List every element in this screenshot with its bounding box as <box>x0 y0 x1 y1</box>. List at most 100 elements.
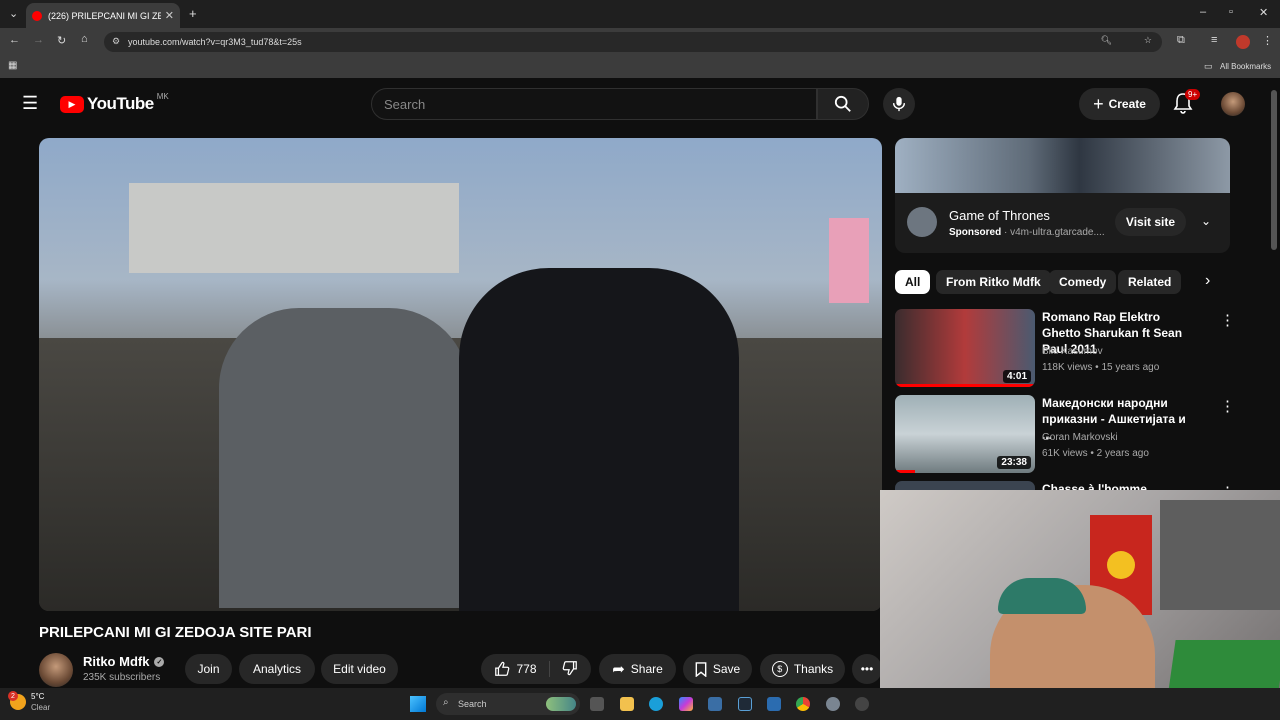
ad-banner-image <box>895 138 1230 193</box>
app-icon-dark[interactable] <box>738 697 752 711</box>
region-code: MK <box>156 91 169 101</box>
analytics-button[interactable]: Analytics <box>239 654 315 684</box>
profile-avatar[interactable] <box>1236 35 1250 49</box>
save-button[interactable]: Save <box>683 654 752 684</box>
home-icon[interactable]: ⌂ <box>81 33 88 45</box>
share-button[interactable]: ➦ Share <box>599 654 676 684</box>
tab-title: (226) PRILEPCANI MI GI ZE… <box>48 10 161 21</box>
task-view-icon[interactable] <box>590 697 604 711</box>
recommendation-menu-icon[interactable]: ⋮ <box>1220 311 1235 329</box>
flag-sun <box>1107 551 1135 579</box>
file-explorer-icon[interactable] <box>620 697 634 711</box>
taskbar-search-icon: ⌕ <box>443 697 449 708</box>
like-button[interactable]: 778 <box>494 661 550 677</box>
browser-menu-icon[interactable]: ⋮ <box>1262 34 1273 47</box>
chip-related[interactable]: Related <box>1118 270 1182 294</box>
ad-sponsored-label: Sponsored <box>949 227 1002 238</box>
recommendation-item[interactable]: 23:38 Македонски народни приказни - Ашке… <box>895 395 1235 475</box>
recommendation-thumbnail: 4:01 <box>895 309 1035 387</box>
recommendation-item[interactable]: 4:01 Romano Rap Elektro Ghetto Sharukan … <box>895 309 1235 389</box>
recommendation-channel: Biki Kasumov <box>1042 346 1103 357</box>
analytics-label: Analytics <box>252 662 302 676</box>
youtube-favicon-icon <box>32 10 42 21</box>
search-input[interactable]: Search <box>371 88 817 120</box>
join-button[interactable]: Join <box>185 654 232 684</box>
maximize-icon[interactable]: ▫ <box>1229 6 1233 18</box>
sponsored-ad[interactable]: Game of Thrones Sponsored · v4m-ultra.gt… <box>895 138 1230 253</box>
forward-icon[interactable]: → <box>33 34 44 46</box>
chip-comedy[interactable]: Comedy <box>1049 270 1117 294</box>
page-scrollbar[interactable] <box>1271 90 1277 250</box>
chip-all[interactable]: All <box>895 270 931 294</box>
thanks-icon: $ <box>771 661 788 677</box>
like-count: 778 <box>516 662 537 676</box>
active-tab[interactable]: (226) PRILEPCANI MI GI ZE… ✕ <box>26 3 180 28</box>
windows-start-icon[interactable] <box>410 696 426 712</box>
close-tab-icon[interactable]: ✕ <box>165 9 174 22</box>
weather-temp: 5°C <box>31 692 45 701</box>
visit-site-label: Visit site <box>1125 215 1176 229</box>
video-person-vest <box>219 308 469 608</box>
copilot-icon[interactable] <box>679 697 693 711</box>
weather-badge: 2 <box>8 691 18 701</box>
channel-name-link[interactable]: Ritko Mdfk ✓ <box>83 654 165 669</box>
thumbs-up-icon <box>495 661 510 676</box>
tab-search-chevron-icon[interactable]: ⌄ <box>9 7 18 20</box>
visit-site-button[interactable]: Visit site <box>1115 208 1186 236</box>
watch-progress-bar <box>895 384 1035 387</box>
close-window-icon[interactable]: ✕ <box>1259 6 1268 19</box>
youtube-logo[interactable]: ▶ YouTube MK <box>60 91 169 114</box>
more-actions-button[interactable]: ••• <box>852 654 882 684</box>
new-tab-icon[interactable]: + <box>189 6 197 21</box>
tab-bar: ⌄ (226) PRILEPCANI MI GI ZE… ✕ + – ▫ ✕ <box>0 0 1280 28</box>
chip-from-channel[interactable]: From Ritko Mdfk <box>936 270 1051 294</box>
edge-icon[interactable] <box>649 697 663 711</box>
site-info-icon[interactable]: ⚙ <box>112 36 120 47</box>
address-bar[interactable]: ⚙ youtube.com/watch?v=qr3M3_tud78&t=25s … <box>104 32 1162 52</box>
mail-icon[interactable] <box>767 697 781 711</box>
recommendation-menu-icon[interactable]: ⋮ <box>1220 397 1235 415</box>
weather-widget[interactable]: 2 5°C Clear <box>8 691 50 713</box>
settings-gear-icon[interactable] <box>826 697 840 711</box>
obs-icon[interactable] <box>855 697 869 711</box>
reload-icon[interactable]: ↻ <box>57 34 66 47</box>
back-icon[interactable]: ← <box>9 34 20 46</box>
apps-grid-icon[interactable]: ▦ <box>8 60 17 71</box>
notifications-button[interactable]: 9+ <box>1173 89 1201 119</box>
all-bookmarks-link[interactable]: All Bookmarks <box>1220 62 1271 71</box>
video-player[interactable] <box>39 138 882 611</box>
bookmarks-bar: ▦ ▭ All Bookmarks <box>0 56 1280 78</box>
zoom-icon[interactable]: 🔍︎ <box>1101 35 1112 46</box>
chips-next-chevron-icon[interactable]: › <box>1205 272 1210 290</box>
edit-video-button[interactable]: Edit video <box>321 654 398 684</box>
url-text: youtube.com/watch?v=qr3M3_tud78&t=25s <box>128 37 302 47</box>
video-duration: 23:38 <box>997 456 1031 469</box>
chrome-icon[interactable] <box>796 697 810 711</box>
recommendation-meta: 61K views • 2 years ago <box>1042 448 1149 459</box>
thanks-button[interactable]: $ Thanks <box>760 654 845 684</box>
verified-icon: ✓ <box>154 656 165 667</box>
weather-text: 5°C Clear <box>31 691 50 713</box>
channel-avatar[interactable] <box>39 653 73 687</box>
taskbar-search[interactable]: ⌕ Search <box>436 693 580 715</box>
extensions-icon[interactable]: ⧉ <box>1177 34 1185 47</box>
taskbar-search-placeholder: Search <box>458 699 487 709</box>
ad-url: v4m-ultra.gtarcade.... <box>1010 227 1105 238</box>
bookmark-star-icon[interactable]: ☆ <box>1144 35 1152 46</box>
ad-sponsor-line: Sponsored · v4m-ultra.gtarcade.... <box>949 227 1105 238</box>
create-button[interactable]: + Create <box>1079 88 1160 120</box>
store-icon[interactable] <box>708 697 722 711</box>
minimize-icon[interactable]: – <box>1200 6 1206 18</box>
search-icon <box>834 95 851 112</box>
webcam-cap <box>998 578 1086 614</box>
channel-name: Ritko Mdfk <box>83 654 150 669</box>
reading-list-icon[interactable]: ≡ <box>1211 34 1217 46</box>
toolbar: ← → ↻ ⌂ ⚙ youtube.com/watch?v=qr3M3_tud7… <box>0 28 1280 56</box>
hamburger-menu-icon[interactable]: ☰ <box>22 93 38 114</box>
dislike-button[interactable] <box>556 660 578 679</box>
ad-expand-chevron-icon[interactable]: ⌄ <box>1201 214 1211 228</box>
account-avatar[interactable] <box>1221 92 1245 116</box>
voice-search-button[interactable] <box>883 88 915 120</box>
search-button[interactable] <box>817 88 869 120</box>
thanks-label: Thanks <box>793 662 834 676</box>
